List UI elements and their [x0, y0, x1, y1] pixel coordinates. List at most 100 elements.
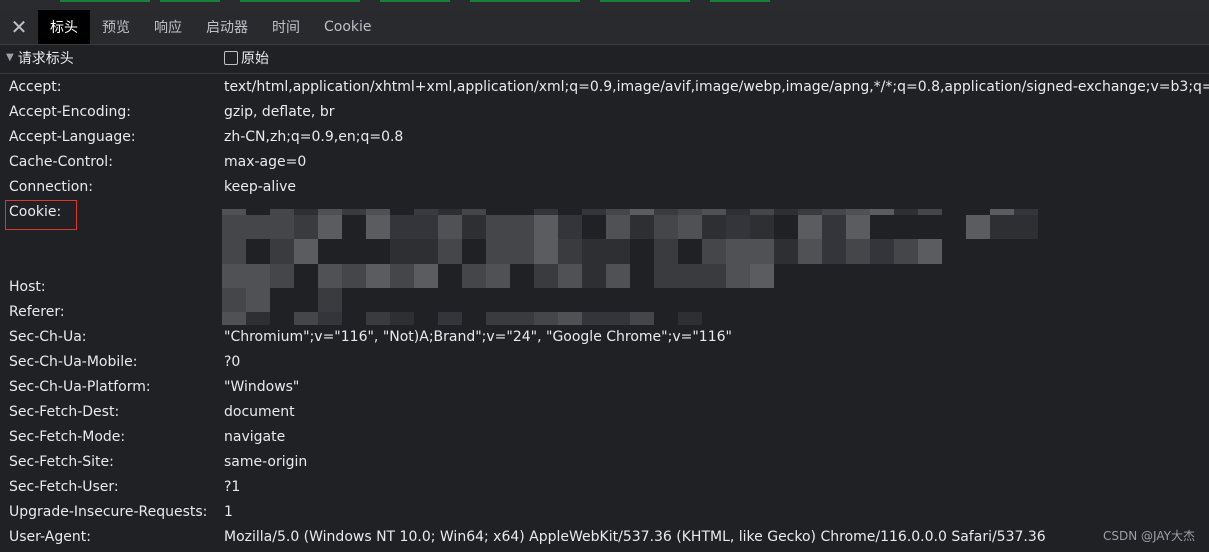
watermark: CSDN @JAY大杰	[1103, 529, 1195, 543]
progress-segment	[60, 0, 150, 2]
mosaic-cell	[918, 209, 942, 215]
mosaic-cell	[294, 215, 318, 239]
section-title: 请求标头	[17, 50, 74, 67]
mosaic-cell	[726, 239, 750, 264]
header-value: zh-CN,zh;q=0.9,en;q=0.8	[224, 129, 404, 145]
mosaic-cell	[390, 215, 414, 239]
header-value: document	[224, 404, 295, 420]
header-name: Upgrade-Insecure-Requests:	[9, 504, 208, 520]
raw-label: 原始	[241, 50, 269, 67]
header-row: Sec-Ch-Ua: "Chromium";v="116", "Not)A;Br…	[0, 325, 1209, 350]
checkbox-icon[interactable]	[224, 50, 238, 65]
section-toggle[interactable]: ▼ 请求标头	[6, 48, 74, 68]
mosaic-cell	[846, 239, 870, 264]
header-value: text/html,application/xhtml+xml,applicat…	[224, 79, 1209, 95]
header-value: navigate	[224, 429, 286, 445]
close-icon[interactable]: ✕	[0, 10, 38, 44]
progress-segment	[160, 0, 220, 2]
mosaic-cell	[750, 215, 774, 239]
mosaic-cell	[918, 239, 942, 264]
mosaic-cell	[990, 215, 1014, 239]
mosaic-cell	[222, 215, 246, 239]
header-list: Accept: text/html,application/xhtml+xml,…	[0, 75, 1209, 550]
header-row: Accept-Language: zh-CN,zh;q=0.9,en;q=0.8	[0, 125, 1209, 150]
header-row: Accept-Encoding: gzip, deflate, br	[0, 100, 1209, 125]
mosaic-cell	[630, 215, 654, 239]
mosaic-cell	[462, 215, 486, 239]
header-value: keep-alive	[224, 179, 297, 195]
tab-initiator[interactable]: 启动器	[194, 10, 260, 44]
header-name: Sec-Fetch-Site:	[9, 454, 114, 470]
header-name: Sec-Fetch-Dest:	[9, 404, 120, 420]
mosaic-cell	[750, 239, 774, 264]
mosaic-cell	[294, 239, 318, 264]
mosaic-cell	[798, 239, 822, 264]
mosaic-cell	[870, 239, 894, 264]
mosaic-cell	[414, 239, 438, 264]
header-name: Cookie:	[9, 204, 62, 220]
mosaic-cell	[510, 239, 534, 264]
header-value: "Windows"	[224, 379, 300, 395]
header-row: Sec-Fetch-Dest: document	[0, 400, 1209, 425]
header-row: Upgrade-Insecure-Requests: 1	[0, 500, 1209, 525]
tab-preview[interactable]: 预览	[90, 10, 142, 44]
mosaic-cell	[774, 239, 798, 264]
mosaic-cell	[966, 215, 990, 239]
header-name: Sec-Fetch-Mode:	[9, 429, 126, 445]
header-value: "Chromium";v="116", "Not)A;Brand";v="24"…	[224, 329, 732, 345]
mosaic-cell	[390, 239, 414, 264]
header-value: 1	[224, 504, 233, 520]
progress-segment	[710, 0, 770, 2]
mosaic-cell	[270, 215, 294, 239]
mosaic-cell	[654, 215, 678, 239]
header-name: Cache-Control:	[9, 154, 113, 170]
mosaic-cell	[606, 215, 630, 239]
mosaic-cell	[438, 215, 462, 239]
header-row-cookie: Cookie:	[0, 200, 1209, 325]
mosaic-cell	[510, 215, 534, 239]
header-row: Host:	[0, 275, 1209, 300]
mosaic-cell	[270, 239, 294, 264]
header-value: max-age=0	[224, 154, 307, 170]
header-name: Accept-Encoding:	[9, 104, 132, 120]
header-name: Accept-Language:	[9, 129, 136, 145]
mosaic-cell	[438, 239, 462, 264]
mosaic-cell	[486, 215, 510, 239]
mosaic-cell	[702, 215, 726, 239]
header-name: Sec-Fetch-User:	[9, 479, 119, 495]
mosaic-cell	[534, 239, 558, 264]
mosaic-cell	[846, 215, 870, 239]
mosaic-cell	[774, 209, 798, 215]
header-name: Accept:	[9, 79, 62, 95]
mosaic-cell	[342, 209, 366, 215]
header-row: Sec-Ch-Ua-Platform: "Windows"	[0, 375, 1209, 400]
mosaic-cell	[246, 215, 270, 239]
header-row: User-Agent: Mozilla/5.0 (Windows NT 10.0…	[0, 525, 1209, 550]
progress-segment	[470, 0, 580, 2]
tab-timing[interactable]: 时间	[260, 10, 312, 44]
raw-checkbox[interactable]: 原始	[224, 48, 269, 68]
tab-cookies[interactable]: Cookie	[312, 10, 384, 44]
mosaic-cell	[726, 215, 750, 239]
header-value: Mozilla/5.0 (Windows NT 10.0; Win64; x64…	[224, 529, 1046, 545]
mosaic-cell	[678, 215, 702, 239]
header-name: Sec-Ch-Ua-Mobile:	[9, 354, 138, 370]
mosaic-cell	[606, 239, 630, 264]
mosaic-cell	[894, 239, 918, 264]
triangle-down-icon: ▼	[6, 52, 14, 63]
tab-response[interactable]: 响应	[142, 10, 194, 44]
mosaic-cell	[318, 215, 342, 239]
mosaic-cell	[222, 239, 246, 264]
tab-bar: ✕ 标头 预览 响应 启动器 时间 Cookie	[0, 10, 1209, 45]
header-name: Host:	[9, 279, 46, 295]
mosaic-cell	[582, 239, 606, 264]
mosaic-cell	[558, 215, 582, 239]
header-value: gzip, deflate, br	[224, 104, 335, 120]
tab-headers[interactable]: 标头	[38, 10, 90, 44]
mosaic-cell	[366, 215, 390, 239]
header-row: Connection: keep-alive	[0, 175, 1209, 200]
mosaic-cell	[1014, 215, 1038, 239]
header-value: ?0	[224, 354, 241, 370]
mosaic-cell	[414, 215, 438, 239]
mosaic-cell	[654, 239, 678, 264]
